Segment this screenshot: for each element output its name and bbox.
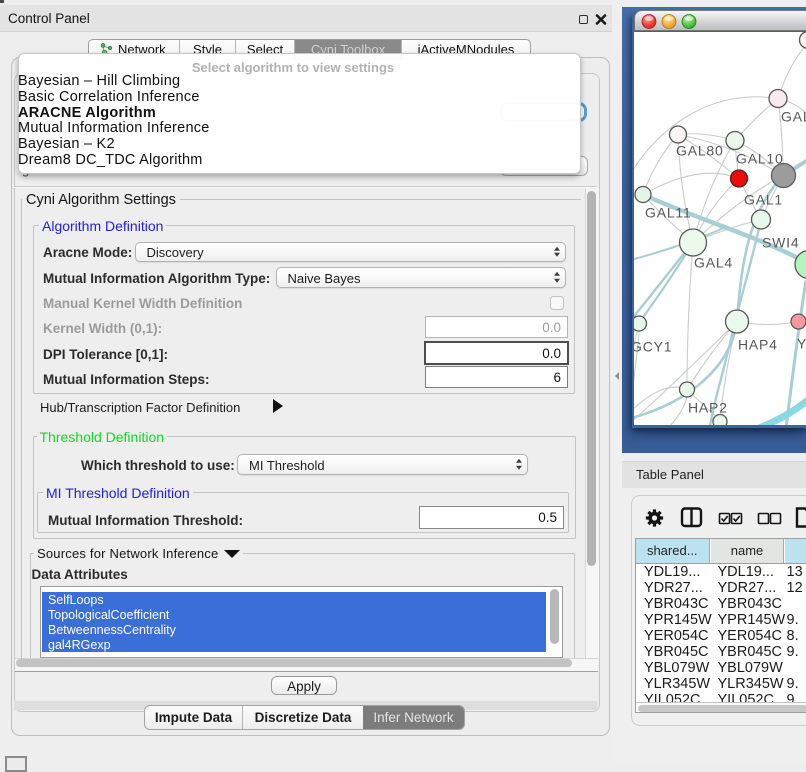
svg-text:GAL10: GAL10 bbox=[736, 150, 784, 166]
svg-text:HAP4: HAP4 bbox=[738, 336, 778, 352]
svg-text:GAL80: GAL80 bbox=[676, 142, 724, 158]
svg-text:Y: Y bbox=[797, 335, 806, 351]
svg-text:SWI4: SWI4 bbox=[762, 234, 799, 250]
svg-text:GAL7: GAL7 bbox=[781, 108, 806, 124]
svg-text:GAL1: GAL1 bbox=[744, 191, 783, 207]
svg-text:HAP2: HAP2 bbox=[688, 399, 728, 415]
svg-text:GAL11: GAL11 bbox=[645, 204, 692, 220]
svg-text:GCY1: GCY1 bbox=[634, 338, 672, 354]
svg-text:GAL4: GAL4 bbox=[694, 254, 733, 270]
